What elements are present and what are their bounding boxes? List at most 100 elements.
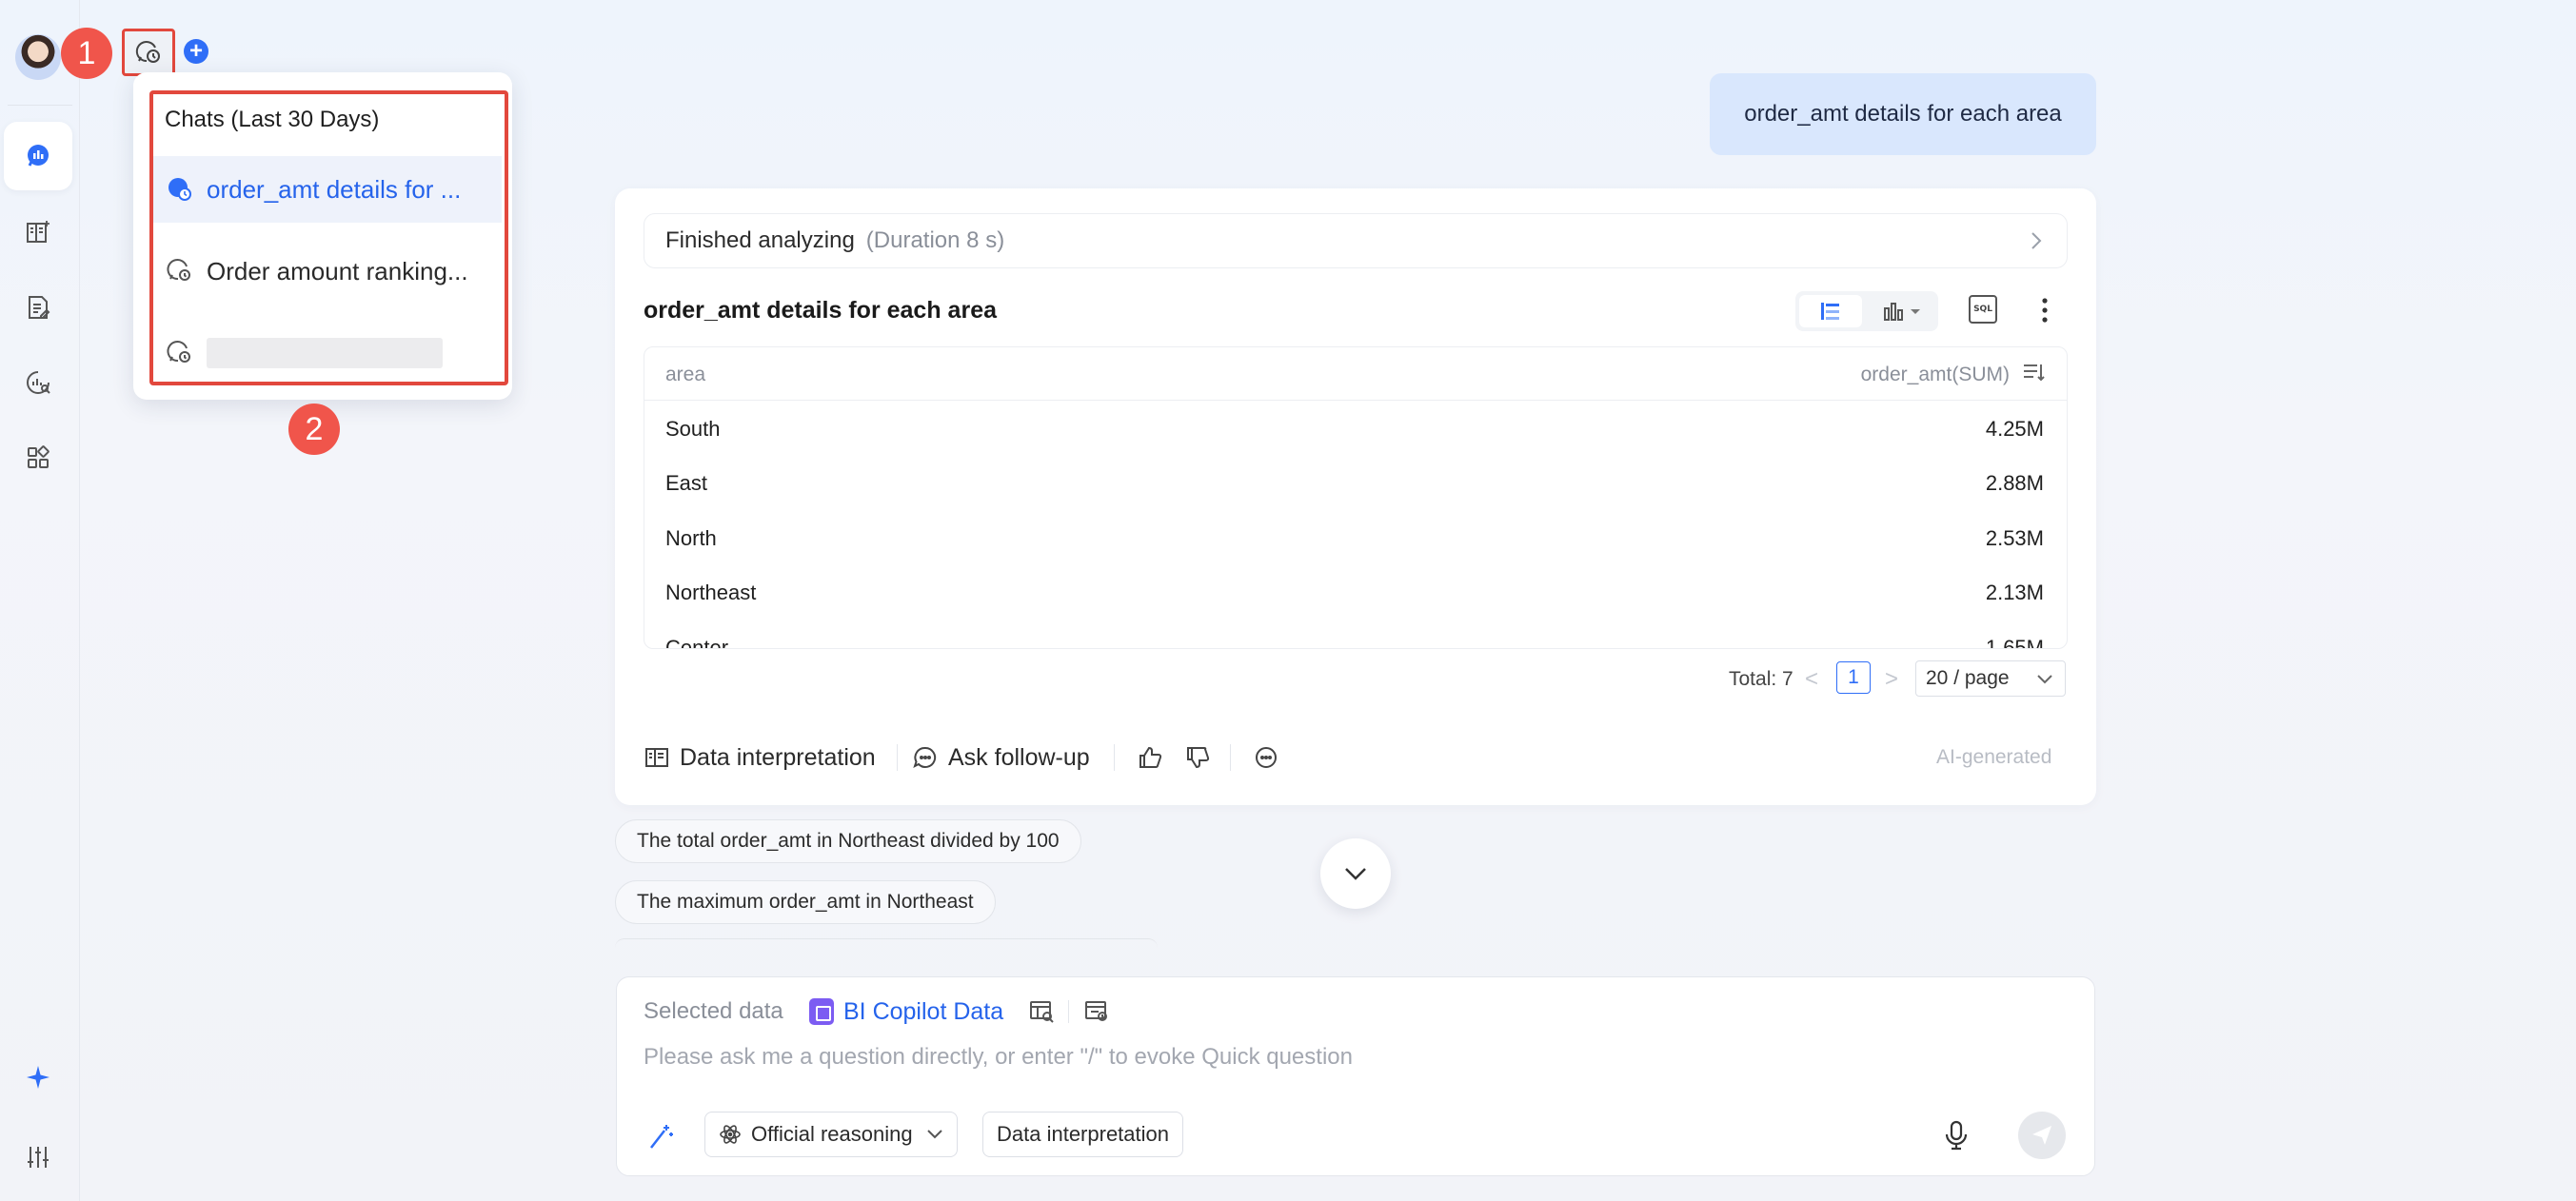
sliders-icon[interactable] (4, 1123, 72, 1191)
scroll-down-button[interactable] (1320, 838, 1391, 909)
divider (1114, 744, 1115, 771)
table-row: North 2.53M (644, 510, 2067, 564)
suggestion-chip[interactable]: The maximum order_amt in Northeast (615, 880, 996, 924)
table-row: Northeast 2.13M (644, 564, 2067, 619)
dataset-name[interactable]: BI Copilot Data (843, 998, 1003, 1026)
switch-dataset-icon[interactable] (1083, 997, 1110, 1024)
send-icon (2032, 1126, 2051, 1145)
analysis-status[interactable]: Finished analyzing (Duration 8 s) (644, 213, 2068, 268)
table-cell: East (665, 471, 708, 495)
ai-generated-label: AI-generated (1936, 746, 2052, 768)
history-title: Chats (Last 30 Days) (165, 107, 380, 132)
microphone-icon[interactable] (1942, 1119, 1971, 1152)
sort-icon[interactable] (2021, 361, 2046, 385)
history-item[interactable]: Order amount ranking... (153, 238, 502, 305)
chat-history-icon (135, 41, 160, 63)
result-title: order_amt details for each area (644, 297, 997, 324)
more-circle-icon (1256, 747, 1277, 768)
bar-chart-icon (1884, 303, 1920, 321)
chevron-right-icon (2031, 232, 2042, 249)
table-cell: 1.65M (1985, 636, 2044, 649)
reasoning-mode-select[interactable]: Official reasoning (704, 1112, 958, 1157)
page-size-select[interactable]: 20 / page (1915, 660, 2066, 697)
result-table: area order_amt(SUM) South 4.25M East 2.8… (644, 346, 2068, 649)
status-duration: (Duration 8 s) (865, 227, 1005, 253)
chart-view-button[interactable] (1872, 295, 1934, 327)
thumbs-down-button[interactable] (1184, 740, 1220, 775)
table-cell: 4.25M (1985, 417, 2044, 441)
chevron-down-icon (926, 1130, 942, 1139)
apps-grid-icon[interactable] (4, 423, 72, 492)
dataset-icon (809, 998, 834, 1025)
history-item-label: Order amount ranking... (207, 256, 468, 285)
chat-history-button[interactable] (122, 29, 175, 76)
column-header: order_amt(SUM) (1860, 364, 2010, 385)
thumbs-up-button[interactable] (1137, 740, 1173, 775)
question-input[interactable]: Please ask me a question directly, or en… (644, 1044, 1353, 1071)
page-number[interactable]: 1 (1836, 661, 1871, 694)
table-cell: Northeast (665, 581, 757, 604)
chat-history-icon (167, 341, 190, 363)
suggestion-chip[interactable]: The total order_amt in Northeast divided… (615, 819, 1081, 863)
thumbs-up-icon (1139, 746, 1162, 768)
divider (897, 744, 898, 771)
prev-page-button[interactable]: < (1805, 666, 1818, 704)
table-cell: 2.53M (1985, 526, 2044, 550)
pagination-total: Total: 7 (1729, 668, 1793, 690)
more-actions-button[interactable] (1253, 740, 1289, 775)
chat-analysis-icon[interactable] (4, 122, 72, 190)
next-page-button[interactable]: > (1885, 666, 1898, 704)
rail-divider (8, 105, 72, 106)
table-cell: 2.13M (1985, 581, 2044, 604)
history-item-label: order_amt details for ... (207, 174, 462, 204)
view-toggle (1795, 291, 1938, 331)
more-options-icon[interactable] (2035, 295, 2054, 325)
history-item[interactable]: order_amt details for ... (153, 156, 502, 223)
user-message: order_amt details for each area (1710, 73, 2096, 155)
selected-data-label: Selected data (644, 998, 783, 1024)
step-badge-1: 1 (61, 28, 112, 79)
magic-wand-icon[interactable] (645, 1121, 676, 1152)
reasoning-mode-label: Official reasoning (751, 1122, 913, 1146)
table-preview-icon[interactable] (1028, 997, 1055, 1024)
send-button[interactable] (2018, 1112, 2066, 1159)
table-row: East 2.88M (644, 455, 2067, 509)
step-badge-2: 2 (288, 404, 340, 455)
chat-history-icon (168, 178, 191, 201)
data-interpretation-button[interactable]: Data interpretation (644, 740, 876, 775)
history-item[interactable] (153, 320, 502, 386)
table-cell: South (665, 417, 721, 441)
table-view-icon (1821, 303, 1839, 320)
book-icon[interactable] (4, 198, 72, 266)
thumbs-down-icon (1187, 747, 1210, 769)
suggestion-chip-partial (615, 938, 1158, 948)
table-header: area order_amt(SUM) (644, 347, 2067, 401)
table-row: South 4.25M (644, 401, 2067, 455)
plus-icon: + (188, 38, 203, 64)
chat-history-icon (167, 259, 190, 281)
status-label: Finished analyzing (665, 227, 855, 253)
data-interpretation-toggle[interactable]: Data interpretation (982, 1112, 1183, 1157)
redacted-label (207, 338, 443, 368)
table-row: Center 1.65M (644, 620, 2067, 649)
table-view-button[interactable] (1799, 295, 1862, 327)
sparkle-icon[interactable] (4, 1043, 72, 1112)
table-cell: 2.88M (1985, 471, 2044, 495)
atom-icon (720, 1125, 741, 1144)
column-header: area (665, 364, 706, 385)
chevron-down-icon (2037, 675, 2052, 684)
avatar[interactable] (15, 34, 61, 80)
left-rail (0, 0, 80, 1201)
chat-bubble-icon (913, 746, 937, 768)
divider (1068, 1000, 1069, 1023)
data-insight-icon[interactable] (4, 348, 72, 417)
document-edit-icon[interactable] (4, 273, 72, 342)
sql-button[interactable]: SQL (1969, 295, 1997, 324)
divider (1230, 744, 1231, 771)
table-cell: Center (665, 636, 729, 649)
data-interpretation-toggle-label: Data interpretation (997, 1122, 1169, 1146)
new-chat-button[interactable]: + (184, 39, 208, 64)
book-open-icon (645, 748, 668, 767)
table-cell: North (665, 526, 717, 550)
ask-follow-up-button[interactable]: Ask follow-up (912, 740, 1090, 775)
